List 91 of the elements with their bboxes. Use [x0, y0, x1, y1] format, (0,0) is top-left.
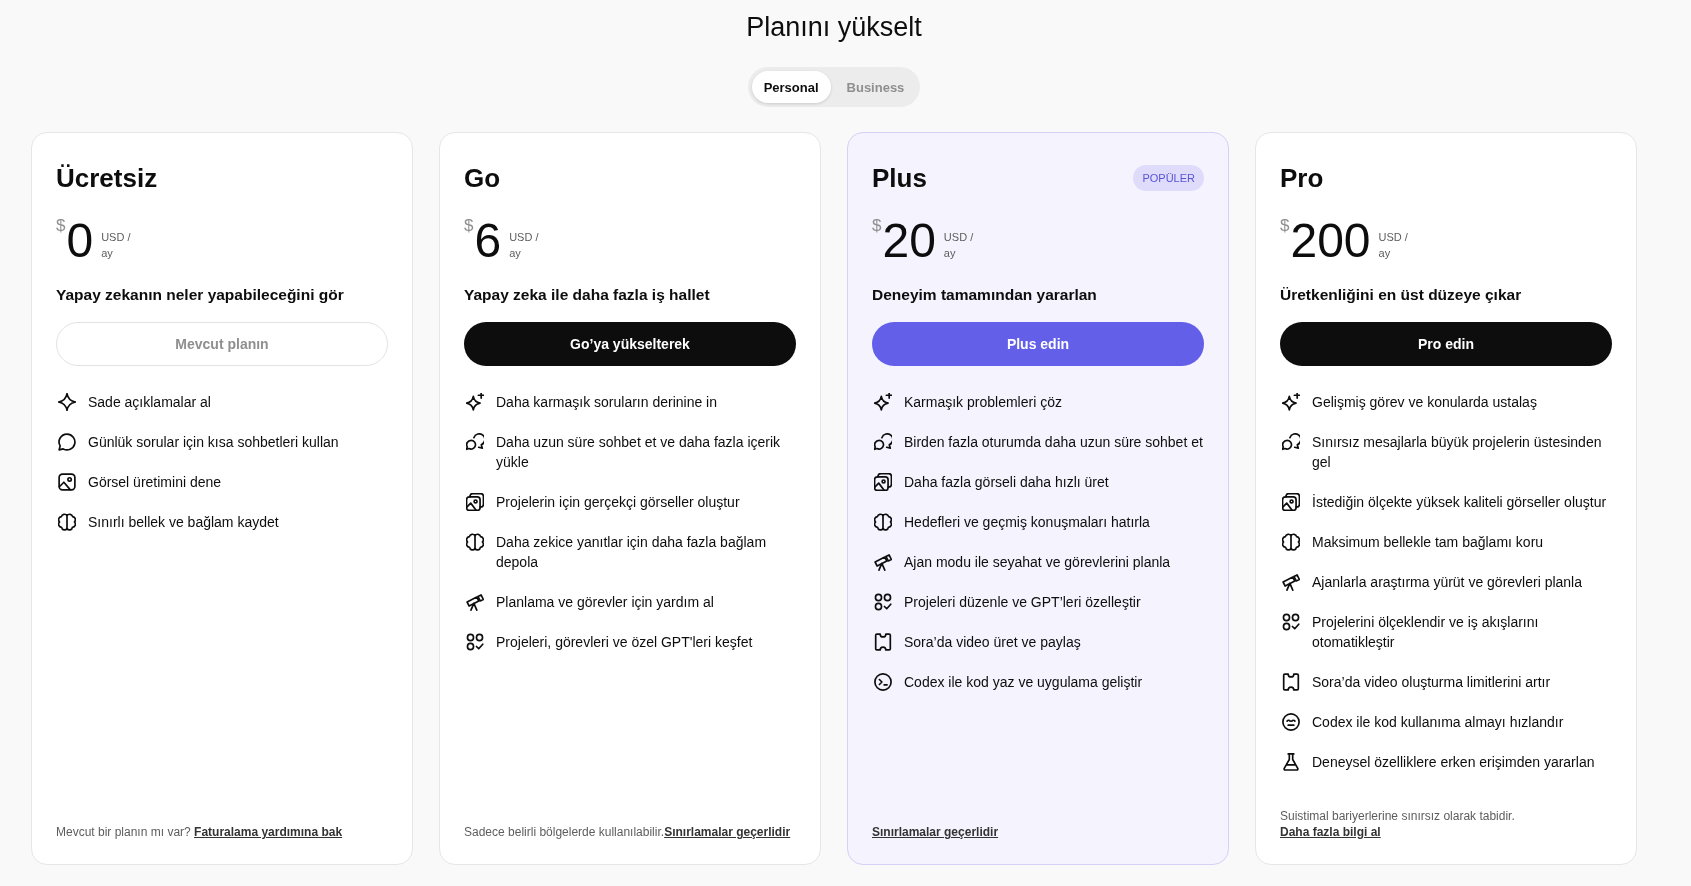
ticket-icon	[1282, 673, 1300, 691]
price-period: ay	[1378, 246, 1392, 261]
footer-note: Suistimal bariyerlerine sınırsız olarak tabidir. Daha fazla bilgi al	[1280, 808, 1516, 840]
price-amount: 0	[66, 217, 94, 265]
price-unit: USD /	[1378, 230, 1408, 245]
price-amount: 6	[474, 217, 502, 265]
plan-button[interactable]: Plus edin	[872, 322, 1204, 366]
plan-name: Plus	[872, 162, 927, 195]
stacked-pictures-icon	[874, 473, 892, 491]
feature-text: Projelerini ölçeklendir ve iş akışlarını otomatikleştir	[1312, 613, 1540, 652]
feature-text: Günlük sorular için kısa sohbetleri kullan	[88, 433, 339, 452]
sparkles-icon	[874, 393, 892, 411]
brain-icon	[1282, 533, 1300, 551]
feature-text: Ajan modu ile seyahat ve görevlerini planla	[904, 553, 1171, 572]
feature-text: Hedefleri ve geçmiş konuşmaları hatırla	[904, 513, 1150, 532]
feature-text: Codex ile kod kullanıma almayı hızlandır	[1312, 713, 1564, 732]
feature-text: Karmaşık problemleri çöz	[904, 393, 1062, 412]
price-amount: 20	[882, 217, 936, 265]
feature-text: Sade açıklamalar al	[88, 393, 211, 412]
feature-text: Görsel üretimini dene	[88, 473, 222, 492]
sparkle-icon	[58, 393, 76, 411]
feature-text: Projeleri, görevleri ve özel GPT'leri keşfet	[496, 633, 753, 652]
plan-name: Pro	[1280, 162, 1324, 195]
ticket-icon	[874, 633, 892, 651]
plan-button[interactable]: Go’ya yükselterek	[464, 322, 796, 366]
plan-tagline: Yapay zeka ile daha fazla iş hallet	[464, 285, 711, 305]
feature-text: Maksimum bellekle tam bağlamı koru	[1312, 533, 1544, 552]
feature-text: Sora’da video üret ve paylaş	[904, 633, 1081, 652]
feature-text: Gelişmiş görev ve konularda ustalaş	[1312, 393, 1537, 412]
footer-link[interactable]: Faturalama yardımına bak	[194, 825, 343, 839]
feature-text: Projelerin için gerçekçi görseller oluştur	[496, 493, 740, 512]
feature-text: Daha uzun süre sohbet et ve daha fazla içerik yükle	[496, 433, 782, 472]
brain-icon	[466, 533, 484, 551]
circles-check-icon	[466, 633, 484, 651]
feature-text: Daha karmaşık soruların derinine in	[496, 393, 717, 412]
price-period: ay	[509, 246, 522, 261]
feature-text: Deneysel özelliklere erken erişimden yararlan	[1312, 753, 1595, 772]
popular-badge: POPÜLER	[1133, 165, 1204, 191]
stacked-pictures-icon	[1282, 493, 1300, 511]
page-title: Planını yükselt	[746, 11, 922, 44]
price-unit: USD /	[509, 230, 539, 245]
plan-tagline: Üretkenliğini en üst düzeye çıkar	[1280, 285, 1523, 305]
feature-text: Planlama ve görevler için yardım al	[496, 593, 714, 612]
feature-text: Ajanlarla araştırma yürüt ve görevleri planla	[1312, 573, 1582, 592]
feature-text: Daha fazla görseli daha hızlı üret	[904, 473, 1109, 492]
footer-link[interactable]: Sınırlamalar geçerlidir	[664, 825, 791, 839]
feature-text: İstediğin ölçekte yüksek kaliteli görseller oluştur	[1312, 493, 1607, 512]
brain-icon	[58, 513, 76, 531]
brain-icon	[874, 513, 892, 531]
telescope-icon	[1282, 573, 1300, 591]
sparkles-icon	[466, 393, 484, 411]
feature-text: Sınırlı bellek ve bağlam kaydet	[88, 513, 279, 532]
flask-icon	[1282, 753, 1300, 771]
plan-name: Go	[464, 162, 501, 195]
feature-text: Projeleri düzenle ve GPT’leri özelleştir	[904, 593, 1141, 612]
stacked-pictures-icon	[466, 493, 484, 511]
picture-icon	[58, 473, 76, 491]
face-icon	[1282, 713, 1300, 731]
terminal-icon	[874, 673, 892, 691]
telescope-icon	[874, 553, 892, 571]
feature-text: Codex ile kod yaz ve uygulama geliştir	[904, 673, 1143, 692]
plan-name: Ücretsiz	[56, 162, 158, 195]
price-period: ay	[943, 246, 957, 261]
footer-note: Mevcut bir planın mı var? Faturalama yardımına bak	[56, 824, 344, 840]
sparkles-icon	[1282, 393, 1300, 411]
speech-bubble-icon	[58, 433, 76, 451]
circles-check-icon	[1282, 613, 1300, 631]
speech-bubbles-icon	[874, 433, 892, 451]
plan-type-tab[interactable]: Personal	[751, 71, 831, 103]
feature-text: Sora’da video oluşturma limitlerini artır	[1312, 673, 1551, 692]
feature-text: Sınırsız mesajlarla büyük projelerin üstesinden gel	[1312, 433, 1603, 472]
plan-button[interactable]: Pro edin	[1280, 322, 1612, 366]
speech-bubbles-icon	[1282, 433, 1300, 451]
price-period: ay	[101, 246, 114, 261]
currency-symbol: $	[1280, 217, 1290, 235]
telescope-icon	[466, 593, 484, 611]
price-unit: USD /	[943, 230, 974, 245]
footer-note: Sadece belirli bölgelerde kullanılabilir.Sınırlamalar geçerlidir	[464, 824, 792, 840]
currency-symbol: $	[464, 217, 474, 235]
plan-tagline: Deneyim tamamından yararlan	[872, 285, 1098, 305]
footer-link[interactable]: Daha fazla bilgi al	[1280, 825, 1381, 839]
price-unit: USD /	[101, 230, 131, 245]
plan-tagline: Yapay zekanın neler yapabileceğini gör	[56, 285, 345, 305]
feature-text: Birden fazla oturumda daha uzun süre sohbet et	[904, 433, 1203, 452]
circles-check-icon	[874, 593, 892, 611]
currency-symbol: $	[56, 217, 66, 235]
currency-symbol: $	[872, 217, 882, 235]
footer-link[interactable]: Sınırlamalar geçerlidir	[872, 825, 999, 839]
feature-text: Daha zekice yanıtlar için daha fazla bağlam depola	[496, 533, 768, 572]
speech-bubbles-icon	[466, 433, 484, 451]
price-amount: 200	[1290, 217, 1371, 265]
